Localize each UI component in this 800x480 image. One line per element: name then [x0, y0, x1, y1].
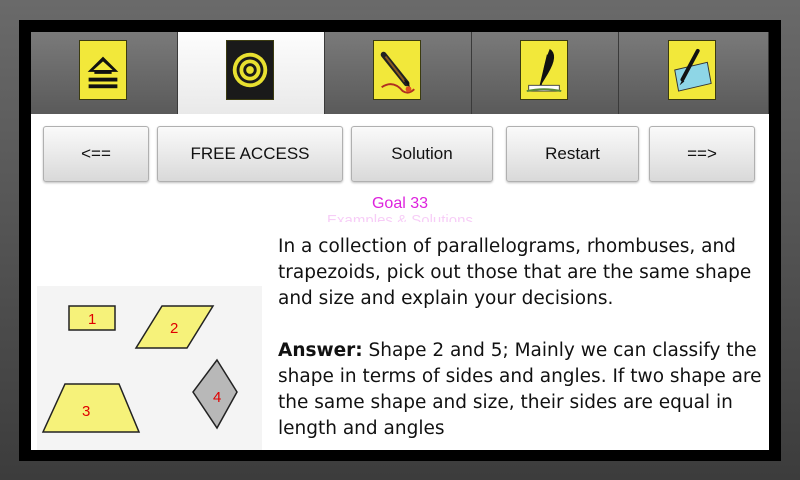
- shape-3-trapezoid: [41, 383, 141, 433]
- next-button[interactable]: ==>: [649, 126, 755, 182]
- device-frame: <== FREE ACCESS Solution Restart ==> Goa…: [0, 0, 800, 480]
- quill-pen-icon: [520, 40, 568, 100]
- free-access-button[interactable]: FREE ACCESS: [157, 126, 343, 182]
- tab-bar: [31, 32, 769, 114]
- shape-label-3: 3: [82, 403, 90, 420]
- shape-label-2: 2: [170, 320, 178, 337]
- solution-button[interactable]: Solution: [351, 126, 493, 182]
- shape-label-4: 4: [213, 389, 221, 406]
- shape-label-1: 1: [88, 311, 96, 328]
- subtitle: Examples & Solutions: [327, 212, 473, 222]
- shapes-figure: 1 2 3 4: [37, 286, 262, 450]
- problem-text: In a collection of parallelograms, rhomb…: [278, 236, 752, 309]
- app-window: <== FREE ACCESS Solution Restart ==> Goa…: [31, 32, 769, 450]
- home-up-arrow-icon: [79, 40, 127, 100]
- tab-notes[interactable]: [472, 32, 619, 114]
- tab-home[interactable]: [31, 32, 178, 114]
- target-icon: [226, 40, 274, 100]
- answer-label: Answer:: [278, 340, 363, 361]
- pen-paper-icon: [668, 40, 716, 100]
- pencil-icon: [373, 40, 421, 100]
- tab-practice[interactable]: [325, 32, 472, 114]
- content-text: In a collection of parallelograms, rhomb…: [278, 234, 768, 450]
- answer-paragraph: Answer: Shape 2 and 5; Mainly we can cla…: [278, 338, 768, 442]
- goal-title: Goal 33: [371, 195, 429, 212]
- tab-goals[interactable]: [178, 32, 325, 114]
- restart-button[interactable]: Restart: [506, 126, 639, 182]
- tab-writing[interactable]: [619, 32, 769, 114]
- prev-button[interactable]: <==: [43, 126, 149, 182]
- screen: <== FREE ACCESS Solution Restart ==> Goa…: [19, 20, 781, 461]
